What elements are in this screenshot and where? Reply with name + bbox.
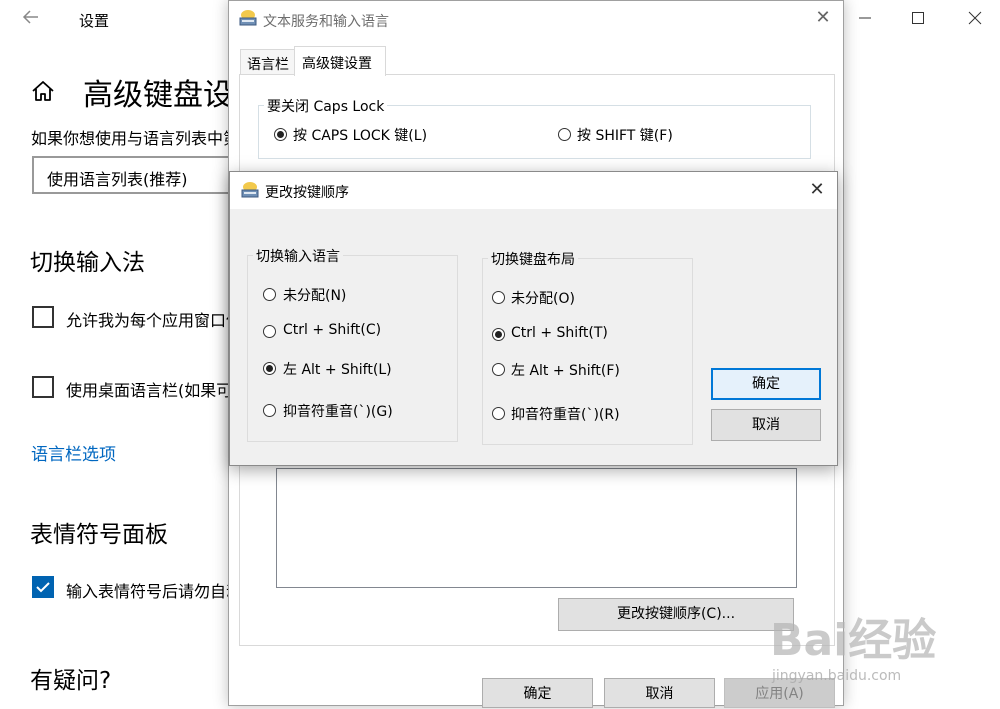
layout-unassigned-radio[interactable] <box>492 291 505 304</box>
layout-grave-accent-label: 抑音符重音(`)(R) <box>511 407 620 423</box>
cancel-button[interactable]: 取消 <box>711 409 821 441</box>
desktop-langbar-label: 使用桌面语言栏(如果可用) <box>66 381 255 400</box>
lang-left-alt-shift-label: 左 Alt + Shift(L) <box>283 362 392 378</box>
keyboard-icon <box>240 181 260 199</box>
desktop-langbar-checkbox[interactable] <box>32 376 54 398</box>
switch-input-heading: 切换输入法 <box>30 250 145 276</box>
layout-left-alt-shift-label: 左 Alt + Shift(F) <box>511 363 620 379</box>
close-icon[interactable] <box>960 8 990 32</box>
maximize-icon[interactable] <box>903 8 933 32</box>
default-input-combo[interactable]: 使用语言列表(推荐) <box>32 156 242 194</box>
lang-left-alt-shift-radio[interactable] <box>263 362 276 375</box>
watermark-brand: Bai经验 <box>770 615 937 666</box>
lang-grave-accent-label: 抑音符重音(`)(G) <box>283 404 393 420</box>
key-sequence-title-bar: 更改按键顺序 ✕ <box>230 172 837 209</box>
tab-language-bar[interactable]: 语言栏 <box>240 49 295 75</box>
combo-value: 使用语言列表(推荐) <box>47 170 188 189</box>
text-services-title: 文本服务和输入语言 <box>263 14 389 30</box>
close-icon[interactable]: ✕ <box>805 179 829 200</box>
shift-key-radio[interactable] <box>558 128 571 141</box>
lang-ctrl-shift-label: Ctrl + Shift(C) <box>283 322 382 338</box>
layout-ctrl-shift-label: Ctrl + Shift(T) <box>511 325 608 341</box>
lang-unassigned-radio[interactable] <box>263 288 276 301</box>
switch-keyboard-layout-title: 切换键盘布局 <box>488 249 578 269</box>
shift-key-label: 按 SHIFT 键(F) <box>577 128 673 144</box>
change-key-sequence-dialog: 更改按键顺序 ✕ 切换输入语言 未分配(N) Ctrl + Shift(C) 左… <box>229 171 838 466</box>
lang-ctrl-shift-radio[interactable] <box>263 325 276 338</box>
layout-unassigned-label: 未分配(O) <box>511 291 575 307</box>
home-icon <box>30 78 58 106</box>
switch-keyboard-layout-group: 切换键盘布局 未分配(O) Ctrl + Shift(T) 左 Alt + Sh… <box>482 249 693 445</box>
minimize-icon[interactable] <box>850 8 880 32</box>
caps-lock-key-label: 按 CAPS LOCK 键(L) <box>293 128 428 144</box>
per-app-input-checkbox[interactable] <box>32 306 54 328</box>
layout-left-alt-shift-radio[interactable] <box>492 363 505 376</box>
switch-input-language-group: 切换输入语言 未分配(N) Ctrl + Shift(C) 左 Alt + Sh… <box>247 246 458 442</box>
emoji-panel-heading: 表情符号面板 <box>30 522 168 548</box>
help-heading: 有疑问? <box>30 668 112 694</box>
langbar-options-link[interactable]: 语言栏选项 <box>31 440 116 465</box>
close-icon[interactable]: ✕ <box>811 7 835 28</box>
key-sequence-title: 更改按键顺序 <box>265 185 349 201</box>
caps-lock-key-radio[interactable] <box>274 128 287 141</box>
baidu-watermark: Bai经验 jingyan.baidu.com <box>770 604 936 684</box>
emoji-panel-checkbox[interactable] <box>32 576 54 598</box>
hotkey-list[interactable] <box>276 468 797 588</box>
watermark-url: jingyan.baidu.com <box>772 668 902 684</box>
layout-grave-accent-radio[interactable] <box>492 407 505 420</box>
switch-input-language-title: 切换输入语言 <box>253 246 343 266</box>
cancel-button[interactable]: 取消 <box>604 678 715 708</box>
lang-grave-accent-radio[interactable] <box>263 404 276 417</box>
back-arrow-icon[interactable] <box>18 8 44 30</box>
checkmark-icon <box>36 582 50 593</box>
tab-advanced-key-settings[interactable]: 高级键设置 <box>294 46 386 76</box>
ok-button[interactable]: 确定 <box>711 368 821 400</box>
layout-ctrl-shift-radio[interactable] <box>492 328 505 341</box>
app-title: 设置 <box>79 12 110 30</box>
ok-button[interactable]: 确定 <box>482 678 593 708</box>
caps-lock-group-title: 要关闭 Caps Lock <box>264 96 388 116</box>
text-services-title-bar: 文本服务和输入语言 ✕ <box>229 1 843 37</box>
lang-unassigned-label: 未分配(N) <box>283 288 347 304</box>
change-key-sequence-button[interactable]: 更改按键顺序(C)... <box>558 598 794 631</box>
caps-lock-group: 要关闭 Caps Lock 按 CAPS LOCK 键(L) 按 SHIFT 键… <box>258 96 811 159</box>
keyboard-icon <box>238 9 258 27</box>
